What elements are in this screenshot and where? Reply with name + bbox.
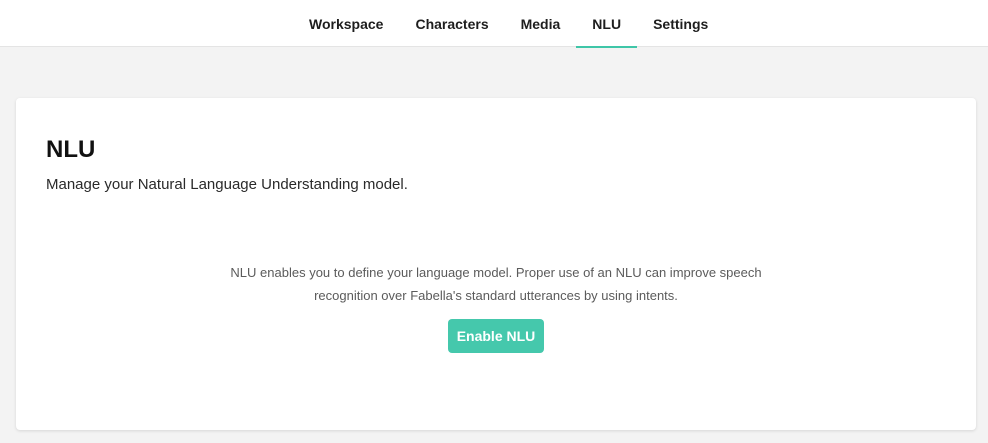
top-navigation: Workspace Characters Media NLU Settings — [0, 0, 988, 48]
nav-tabs: Workspace Characters Media NLU Settings — [293, 0, 724, 48]
tab-workspace[interactable]: Workspace — [293, 0, 399, 47]
tab-media[interactable]: Media — [505, 0, 577, 47]
page-subtitle: Manage your Natural Language Understandi… — [46, 176, 408, 193]
tab-settings[interactable]: Settings — [637, 0, 724, 47]
tab-nlu[interactable]: NLU — [576, 0, 637, 48]
nlu-card: NLU Manage your Natural Language Underst… — [16, 98, 976, 430]
enable-nlu-button[interactable]: Enable NLU — [448, 319, 544, 353]
empty-state: NLU enables you to define your language … — [16, 261, 976, 353]
nlu-description: NLU enables you to define your language … — [230, 265, 762, 303]
page-title: NLU — [46, 136, 96, 163]
tab-characters[interactable]: Characters — [399, 0, 504, 47]
